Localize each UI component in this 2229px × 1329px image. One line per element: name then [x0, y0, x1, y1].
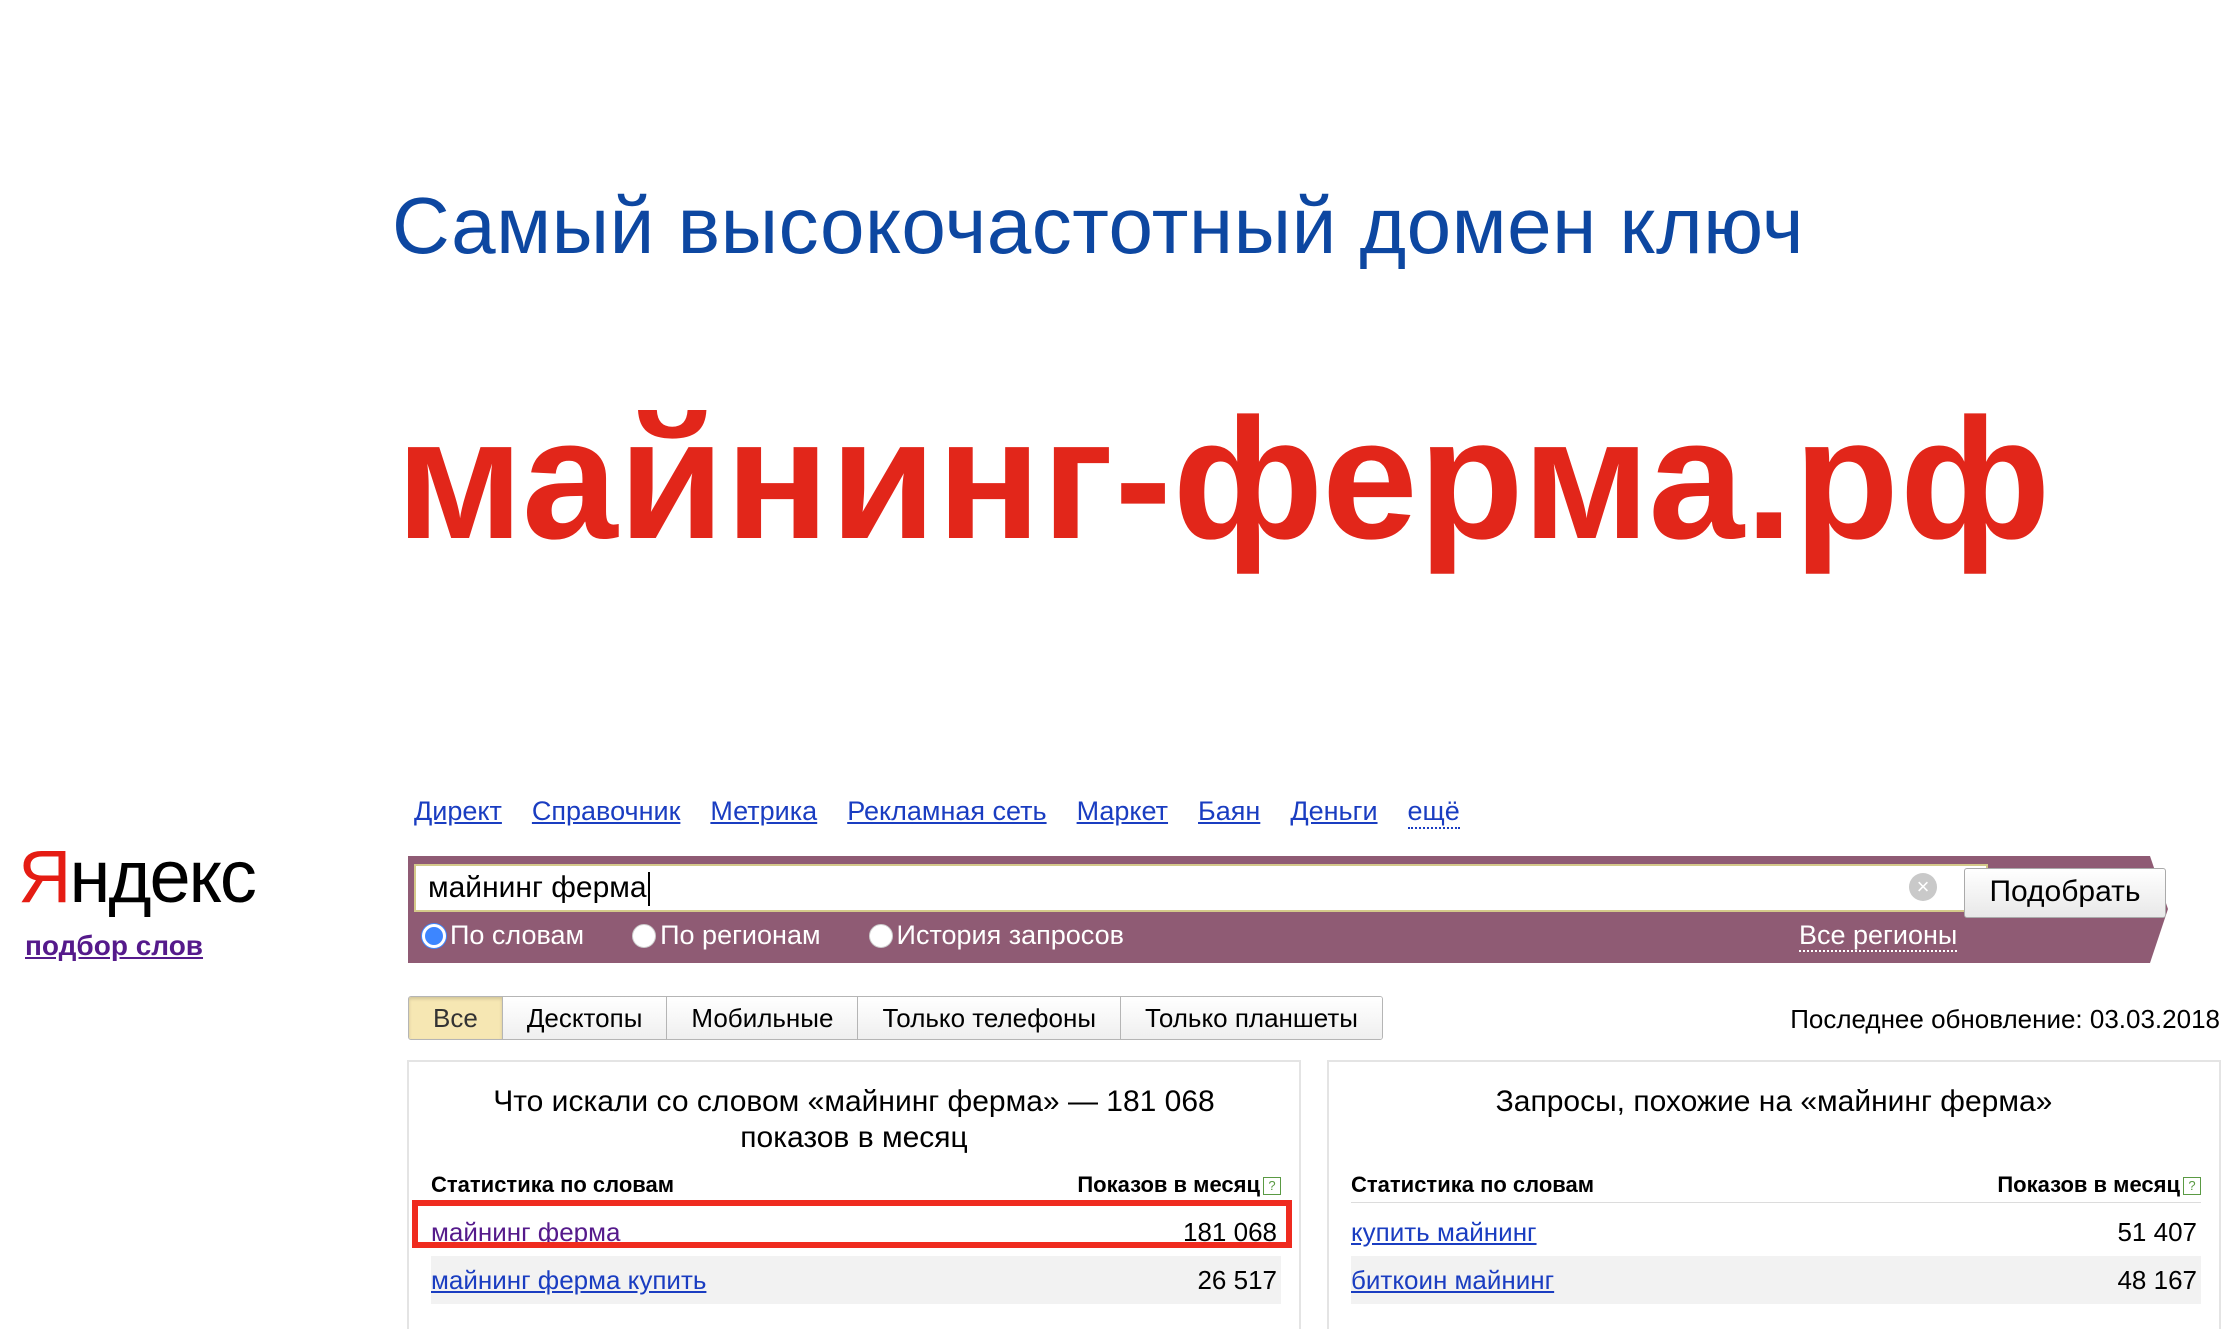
tab-tablets-only[interactable]: Только планшеты	[1120, 997, 1382, 1039]
last-update: Последнее обновление: 03.03.2018	[1790, 1004, 2220, 1034]
nav-link-ad-network[interactable]: Рекламная сеть	[847, 796, 1046, 829]
tab-desktops[interactable]: Десктопы	[501, 997, 667, 1039]
column-header-phrase: Статистика по словам	[1351, 1172, 1595, 1197]
mode-by-words[interactable]: По словам	[422, 920, 584, 951]
impressions-count: 48 167	[2117, 1264, 2197, 1295]
tab-mobile[interactable]: Мобильные	[666, 997, 858, 1039]
impressions-count: 51 407	[2117, 1216, 2197, 1247]
table-row: майнинг ферма 181 068	[431, 1208, 1281, 1256]
radio-selected-icon[interactable]	[422, 923, 446, 948]
submit-button[interactable]: Подобрать	[1964, 868, 2166, 918]
column-header-phrase: Статистика по словам	[431, 1172, 675, 1197]
table-row: майнинг ферма купить 26 517	[431, 1256, 1281, 1304]
device-tabs: Все Десктопы Мобильные Только телефоны Т…	[408, 996, 1383, 1040]
wordstat-link[interactable]: подбор слов	[25, 930, 203, 962]
column-header-count: Показов в месяц?	[1997, 1172, 2201, 1202]
search-input[interactable]: майнинг ферма	[414, 864, 1988, 912]
tab-phones-only[interactable]: Только телефоны	[857, 997, 1121, 1039]
nav-link-metrika[interactable]: Метрика	[710, 796, 817, 829]
table-row: купить майнинг 51 407	[1351, 1208, 2201, 1256]
nav-link-bayan[interactable]: Баян	[1198, 796, 1260, 829]
phrase-link[interactable]: биткоин майнинг	[1351, 1265, 1554, 1296]
panel-title: Запросы, похожие на «майнинг ферма»	[1495, 1085, 2053, 1118]
service-nav: Директ Справочник Метрика Рекламная сеть…	[414, 796, 1460, 829]
impressions-count: 26 517	[1197, 1264, 1277, 1295]
mode-by-regions[interactable]: По регионам	[632, 920, 821, 951]
search-mode-group: По словам По регионам История запросов	[422, 920, 1124, 951]
help-icon[interactable]: ?	[2183, 1177, 2201, 1195]
phrase-link[interactable]: майнинг ферма купить	[431, 1265, 706, 1296]
column-header-count: Показов в месяц?	[1077, 1172, 1281, 1202]
panel-title: Что искали со словом «майнинг ферма» — 1…	[493, 1085, 1215, 1154]
text-caret	[647, 872, 650, 907]
table-row: биткоин майнинг 48 167	[1351, 1256, 2201, 1304]
similar-queries-panel: Запросы, похожие на «майнинг ферма» Стат…	[1327, 1060, 2221, 1329]
word-stats-panel: Что искали со словом «майнинг ферма» — 1…	[407, 1060, 1301, 1329]
all-regions-link[interactable]: Все регионы	[1799, 920, 1958, 952]
impressions-count: 181 068	[1183, 1216, 1277, 1247]
nav-link-direct[interactable]: Директ	[414, 796, 502, 829]
phrase-link[interactable]: майнинг ферма	[431, 1217, 620, 1248]
headline: Самый высокочастотный домен ключ	[392, 181, 1805, 270]
nav-link-spravochnik[interactable]: Справочник	[532, 796, 681, 829]
radio-icon[interactable]	[632, 923, 657, 948]
tab-all[interactable]: Все	[409, 997, 502, 1039]
domain-name: майнинг-ферма.рф	[396, 383, 2052, 575]
radio-icon[interactable]	[868, 923, 893, 948]
table-header: Статистика по словам Показов в месяц?	[431, 1172, 1281, 1203]
help-icon[interactable]: ?	[1263, 1177, 1281, 1195]
nav-link-money[interactable]: Деньги	[1290, 796, 1377, 829]
mode-history[interactable]: История запросов	[868, 920, 1124, 951]
clear-icon[interactable]: ×	[1909, 873, 1937, 901]
search-bar: майнинг ферма × Подобрать По словам По р…	[408, 856, 2190, 963]
phrase-link[interactable]: купить майнинг	[1351, 1217, 1537, 1248]
nav-link-market[interactable]: Маркет	[1077, 796, 1168, 829]
yandex-logo[interactable]: Яндекс	[18, 840, 257, 914]
nav-link-more[interactable]: ещё	[1407, 796, 1460, 829]
table-header: Статистика по словам Показов в месяц?	[1351, 1172, 2201, 1203]
